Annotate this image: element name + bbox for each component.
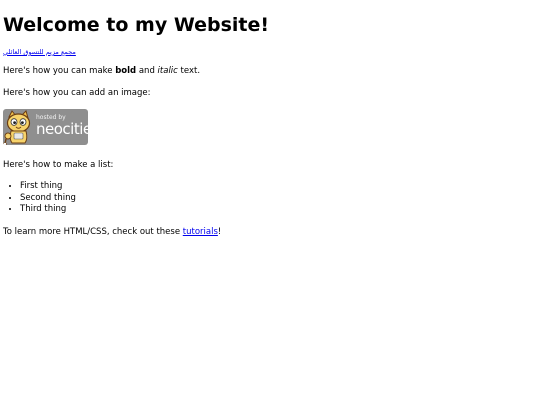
- list-intro: Here's how to make a list:: [3, 160, 114, 170]
- neocities-badge[interactable]: hosted by neocities: [3, 109, 88, 145]
- bold-line-before: Here's how you can make: [3, 66, 116, 76]
- italic-text: italic: [157, 66, 178, 76]
- list-item: Third thing: [20, 204, 537, 216]
- list-item: First thing: [20, 181, 537, 193]
- image-paragraph: Here's how you can add an image:: [3, 88, 151, 98]
- list-item: Second thing: [20, 193, 537, 205]
- bullet-list: First thing Second thing Third thing: [3, 181, 537, 216]
- learn-line-after: !: [217, 226, 222, 237]
- page-title: Welcome to my Website!: [3, 14, 270, 36]
- bold-line-middle: and: [136, 66, 158, 76]
- bold-italic-paragraph: Here's how you can make bold and italic …: [3, 65, 537, 77]
- badge-brand: neocities: [36, 120, 88, 138]
- tutorials-link[interactable]: tutorials: [183, 227, 218, 237]
- learn-line-before: To learn more HTML/CSS, check out these: [3, 226, 183, 237]
- arabic-store-link[interactable]: مجمع مزيم للتسوق العائلي: [3, 48, 76, 56]
- page: Welcome to my Website! مجمع مزيم للتسوق …: [0, 0, 540, 405]
- bold-line-after: text.: [177, 66, 201, 76]
- learn-more-paragraph: To learn more HTML/CSS, check out these …: [3, 226, 537, 238]
- bold-text: bold: [115, 66, 137, 76]
- neocities-cat-icon: [3, 110, 31, 145]
